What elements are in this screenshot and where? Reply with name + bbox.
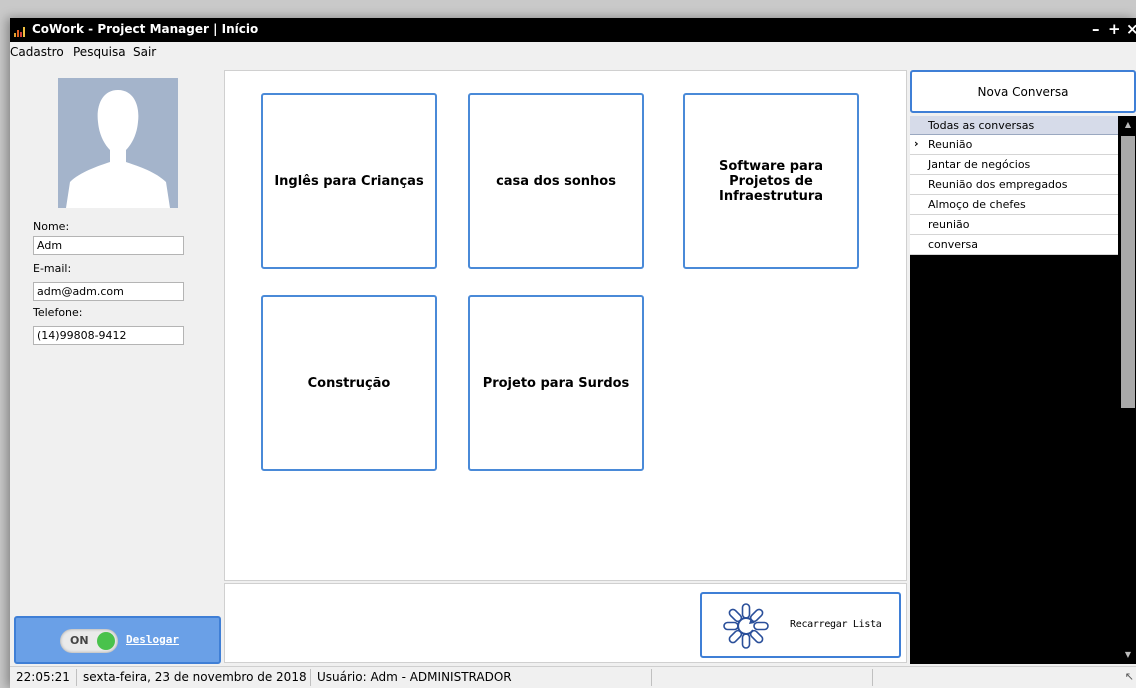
- reload-list-button[interactable]: Recarregar Lista: [700, 592, 901, 658]
- scroll-up-icon[interactable]: ▲: [1121, 118, 1135, 132]
- project-card[interactable]: casa dos sonhos: [468, 93, 644, 269]
- chat-list: Todas as conversas › Reunião Jantar de n…: [910, 116, 1136, 664]
- chat-item-label: reunião: [928, 218, 970, 231]
- app-logo-icon: [14, 27, 25, 37]
- menu-cadastro[interactable]: Cadastro: [10, 45, 64, 59]
- window-title: CoWork - Project Manager | Início: [32, 22, 259, 36]
- status-divider: [310, 669, 311, 686]
- logout-label: Deslogar: [126, 633, 179, 646]
- toggle-on-text: ON: [70, 634, 89, 647]
- name-label: Nome:: [33, 220, 70, 233]
- resize-grip-icon[interactable]: ↖: [1125, 670, 1134, 683]
- row-selected-icon: ›: [914, 137, 919, 150]
- chat-item-label: conversa: [928, 238, 979, 251]
- title-bar[interactable]: CoWork - Project Manager | Início – + ×: [10, 18, 1136, 42]
- status-date: sexta-feira, 23 de novembro de 2018: [83, 670, 307, 684]
- email-label: E-mail:: [33, 262, 72, 275]
- chat-list-item[interactable]: › Reunião: [910, 135, 1118, 155]
- chat-list-scrollbar[interactable]: ▲ ▼: [1120, 116, 1136, 664]
- minimize-button[interactable]: –: [1092, 20, 1100, 38]
- chat-item-label: Almoço de chefes: [928, 198, 1026, 211]
- menu-sair[interactable]: Sair: [133, 45, 156, 59]
- status-divider: [76, 669, 77, 686]
- project-card[interactable]: Inglês para Crianças: [261, 93, 437, 269]
- maximize-button[interactable]: +: [1108, 20, 1121, 38]
- project-card[interactable]: Projeto para Surdos: [468, 295, 644, 471]
- close-button[interactable]: ×: [1126, 20, 1136, 38]
- chat-panel: Nova Conversa Todas as conversas › Reuni…: [908, 70, 1136, 664]
- chat-list-item[interactable]: Reunião dos empregados: [910, 175, 1118, 195]
- project-card[interactable]: Software para Projetos de Infraestrutura: [683, 93, 859, 269]
- chat-list-item[interactable]: Almoço de chefes: [910, 195, 1118, 215]
- chat-list-header: Todas as conversas: [910, 116, 1118, 135]
- scroll-down-icon[interactable]: ▼: [1121, 648, 1135, 662]
- chat-item-label: Reunião dos empregados: [928, 178, 1068, 191]
- projects-panel: Inglês para Crianças casa dos sonhos Sof…: [224, 70, 907, 581]
- status-user: Usuário: Adm - ADMINISTRADOR: [317, 670, 512, 684]
- scroll-thumb[interactable]: [1121, 136, 1135, 408]
- chat-list-item[interactable]: Jantar de negócios: [910, 155, 1118, 175]
- reload-list-label: Recarregar Lista: [790, 619, 882, 630]
- chat-list-item[interactable]: conversa: [910, 235, 1118, 255]
- phone-field[interactable]: (14)99808-9412: [33, 326, 184, 345]
- profile-panel: Nome: Adm E-mail: adm@adm.com Telefone: …: [10, 70, 224, 634]
- avatar: [58, 78, 178, 208]
- chat-item-label: Jantar de negócios: [928, 158, 1031, 171]
- menu-pesquisa[interactable]: Pesquisa: [73, 45, 126, 59]
- toggle-knob: [97, 632, 115, 650]
- reload-spinner-icon: [723, 603, 769, 649]
- status-divider: [651, 669, 652, 686]
- logout-button[interactable]: ON Deslogar: [14, 616, 221, 664]
- logout-toggle[interactable]: ON: [60, 629, 118, 653]
- chat-item-label: Reunião: [928, 138, 973, 151]
- new-chat-button[interactable]: Nova Conversa: [910, 70, 1136, 113]
- status-time: 22:05:21: [16, 670, 70, 684]
- user-silhouette-icon: [66, 90, 170, 208]
- status-bar: 22:05:21 sexta-feira, 23 de novembro de …: [10, 666, 1136, 688]
- name-field[interactable]: Adm: [33, 236, 184, 255]
- phone-label: Telefone:: [33, 306, 83, 319]
- chat-list-item[interactable]: reunião: [910, 215, 1118, 235]
- menu-bar: Cadastro Pesquisa Sair: [10, 42, 1136, 62]
- email-field[interactable]: adm@adm.com: [33, 282, 184, 301]
- app-window: CoWork - Project Manager | Início – + × …: [10, 18, 1136, 688]
- projects-footer: Recarregar Lista: [224, 583, 907, 663]
- status-divider: [872, 669, 873, 686]
- project-card[interactable]: Construção: [261, 295, 437, 471]
